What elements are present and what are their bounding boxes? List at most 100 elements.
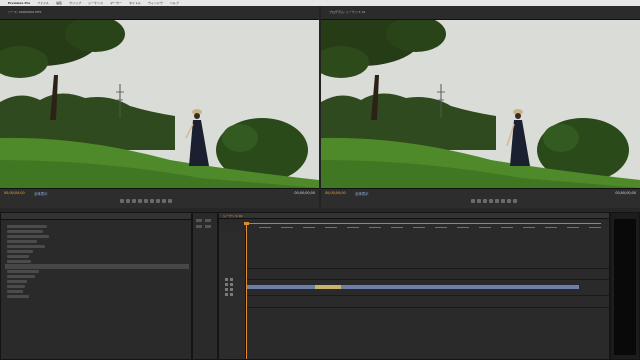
track-toggle-icon[interactable] — [225, 293, 228, 296]
track-select-tool-icon[interactable] — [205, 219, 211, 222]
program-timecode[interactable]: 00;00;00;00 — [325, 191, 346, 195]
project-panel[interactable] — [0, 212, 192, 360]
work-area-bar[interactable] — [247, 223, 601, 224]
tree-item[interactable] — [7, 290, 23, 293]
track-divider — [246, 295, 609, 296]
ruler-tick — [501, 227, 513, 228]
selection-tool-icon[interactable] — [196, 219, 202, 222]
menu-item[interactable]: タイトル — [129, 1, 141, 5]
ruler-tick — [303, 227, 315, 228]
menu-item[interactable]: クリップ — [69, 1, 81, 5]
ruler-tick — [259, 227, 271, 228]
program-monitor-title[interactable]: プログラム: シーケンス 01 — [321, 10, 366, 14]
marker-icon[interactable] — [471, 199, 475, 203]
tree-item[interactable] — [7, 250, 33, 253]
playhead-handle[interactable] — [244, 222, 249, 225]
clip-highlight[interactable] — [315, 285, 341, 289]
source-monitor-controls: 00;00;00;00 全体表示 00;00;00;00 — [0, 188, 319, 209]
track-lock-icon[interactable] — [230, 283, 233, 286]
track-divider — [246, 307, 609, 308]
play-icon[interactable] — [495, 199, 499, 203]
menu-item[interactable]: マーカー — [110, 1, 122, 5]
ruler-tick — [523, 227, 535, 228]
track-lock-icon[interactable] — [230, 293, 233, 296]
ruler-tick — [545, 227, 557, 228]
track-lock-icon[interactable] — [230, 288, 233, 291]
step-forward-icon[interactable] — [150, 199, 154, 203]
playhead[interactable] — [246, 222, 247, 359]
menu-item[interactable]: ファイル — [37, 1, 49, 5]
step-forward-icon[interactable] — [501, 199, 505, 203]
source-fit-dropdown[interactable]: 全体表示 — [34, 191, 48, 196]
tree-item[interactable] — [7, 260, 31, 263]
overwrite-icon[interactable] — [162, 199, 166, 203]
ruler-tick — [325, 227, 337, 228]
tree-item[interactable] — [7, 240, 37, 243]
video-clip[interactable] — [246, 285, 579, 289]
track-toggle-icon[interactable] — [225, 278, 228, 281]
ruler-tick — [391, 227, 403, 228]
export-frame-icon[interactable] — [168, 199, 172, 203]
ruler-tick — [413, 227, 425, 228]
tree-item[interactable] — [7, 280, 27, 283]
program-monitor-frame[interactable] — [321, 20, 640, 188]
video-frame — [0, 20, 319, 188]
app-menu[interactable]: Premiere Pro — [8, 1, 30, 5]
audio-meter-panel — [610, 212, 640, 360]
in-point-icon[interactable] — [477, 199, 481, 203]
program-monitor-header: プログラム: シーケンス 01 — [321, 6, 640, 20]
track-divider — [246, 268, 609, 269]
source-monitor-header: ソース: 00000000.MTS — [0, 6, 319, 20]
source-monitor-title[interactable]: ソース: 00000000.MTS — [0, 10, 41, 14]
menu-item[interactable]: ヘルプ — [170, 1, 179, 5]
ruler-tick — [457, 227, 469, 228]
ruler-tick — [435, 227, 447, 228]
program-duration: 00;00;00;00 — [615, 191, 636, 195]
source-duration: 00;00;00;00 — [294, 191, 315, 195]
ripple-tool-icon[interactable] — [196, 225, 202, 228]
out-point-icon[interactable] — [483, 199, 487, 203]
menu-item[interactable]: ウィンドウ — [148, 1, 163, 5]
timeline-tab[interactable]: シーケンス 01 — [219, 213, 609, 219]
tree-item[interactable] — [7, 235, 49, 238]
tools-panel[interactable] — [192, 212, 218, 360]
video-frame — [321, 20, 640, 188]
tree-item[interactable] — [7, 255, 29, 258]
tree-item[interactable] — [7, 275, 35, 278]
source-timecode[interactable]: 00;00;00;00 — [4, 191, 25, 195]
audio-meter — [614, 219, 636, 355]
menu-item[interactable]: シーケンス — [88, 1, 103, 5]
tree-item[interactable] — [7, 230, 43, 233]
ruler-tick — [347, 227, 359, 228]
razor-tool-icon[interactable] — [205, 225, 211, 228]
out-point-icon[interactable] — [132, 199, 136, 203]
insert-icon[interactable] — [156, 199, 160, 203]
ruler-tick — [281, 227, 293, 228]
ruler-tick — [589, 227, 601, 228]
track-toggle-icon[interactable] — [225, 288, 228, 291]
track-toggle-icon[interactable] — [225, 283, 228, 286]
program-fit-dropdown[interactable]: 全体表示 — [355, 191, 369, 196]
marker-icon[interactable] — [120, 199, 124, 203]
tree-item[interactable] — [7, 225, 47, 228]
tree-item[interactable] — [7, 270, 39, 273]
tree-item[interactable] — [7, 295, 29, 298]
track-divider — [246, 279, 609, 280]
ruler-tick — [567, 227, 579, 228]
step-back-icon[interactable] — [489, 199, 493, 203]
in-point-icon[interactable] — [126, 199, 130, 203]
ruler-tick — [369, 227, 381, 228]
export-frame-icon[interactable] — [507, 199, 511, 203]
track-lock-icon[interactable] — [230, 278, 233, 281]
step-back-icon[interactable] — [138, 199, 142, 203]
settings-icon[interactable] — [513, 199, 517, 203]
program-monitor-controls: 00;00;00;00 全体表示 00;00;00;00 — [321, 188, 640, 209]
tree-item[interactable] — [7, 245, 45, 248]
menu-item[interactable]: 編集 — [56, 1, 62, 5]
source-monitor-frame[interactable] — [0, 20, 319, 188]
project-panel-tabbar — [1, 213, 191, 220]
tree-item[interactable] — [7, 285, 25, 288]
play-icon[interactable] — [144, 199, 148, 203]
timeline-panel[interactable]: シーケンス 01 — [218, 212, 610, 360]
selected-tree-item[interactable] — [5, 264, 189, 269]
